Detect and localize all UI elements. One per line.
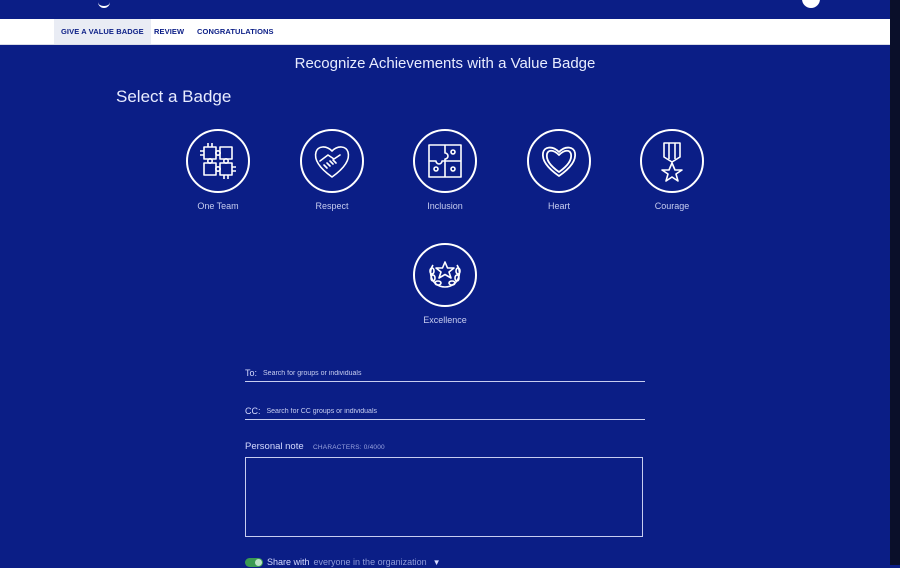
handshake-heart-icon [300,129,364,193]
cc-label: CC: [245,406,261,416]
badge-heart[interactable]: Heart [509,129,609,211]
puzzle-hands-icon [186,129,250,193]
badge-label: Courage [654,201,690,211]
cc-search-input[interactable] [266,408,645,419]
badge-label: Inclusion [427,201,463,211]
badge-one-team[interactable]: One Team [168,129,268,211]
puzzle-icon [413,129,477,193]
to-label: To: [245,368,258,378]
user-avatar-icon[interactable] [802,0,820,8]
badge-excellence[interactable]: Excellence [395,243,495,325]
badge-label: Respect [315,201,349,211]
personal-note-label: Personal note [245,441,304,452]
heart-icon [527,129,591,193]
window-edge [890,0,900,565]
share-label: Share with [267,557,310,567]
page-title: Recognize Achievements with a Value Badg… [294,55,596,72]
tab-review[interactable]: REVIEW [147,19,191,44]
share-row: Share with everyone in the organization … [245,556,441,568]
character-counter: CHARACTERS: 0/4000 [313,444,385,451]
tab-give-a-value-badge[interactable]: GIVE A VALUE BADGE [54,19,151,44]
badge-label: Heart [547,201,570,211]
to-field: To: [245,364,645,382]
badge-courage[interactable]: Courage [622,129,722,211]
to-search-input[interactable] [263,370,645,381]
laurel-star-icon [413,243,477,307]
badge-respect[interactable]: Respect [282,129,382,211]
badge-label: One Team [197,201,239,211]
share-toggle[interactable] [245,557,263,567]
share-audience-select[interactable]: everyone in the organization [314,557,427,567]
logo-icon [98,0,110,8]
top-header-strip [0,0,890,19]
chevron-down-icon[interactable]: ▼ [433,558,441,567]
personal-note-textarea[interactable] [245,457,643,537]
medal-star-icon [640,129,704,193]
section-title: Select a Badge [116,87,232,106]
tab-bar: GIVE A VALUE BADGE REVIEW CONGRATULATION… [0,19,890,45]
badge-label: Excellence [423,315,467,325]
badge-inclusion[interactable]: Inclusion [395,129,495,211]
tab-congratulations[interactable]: CONGRATULATIONS [190,19,281,44]
cc-field: CC: [245,402,645,420]
